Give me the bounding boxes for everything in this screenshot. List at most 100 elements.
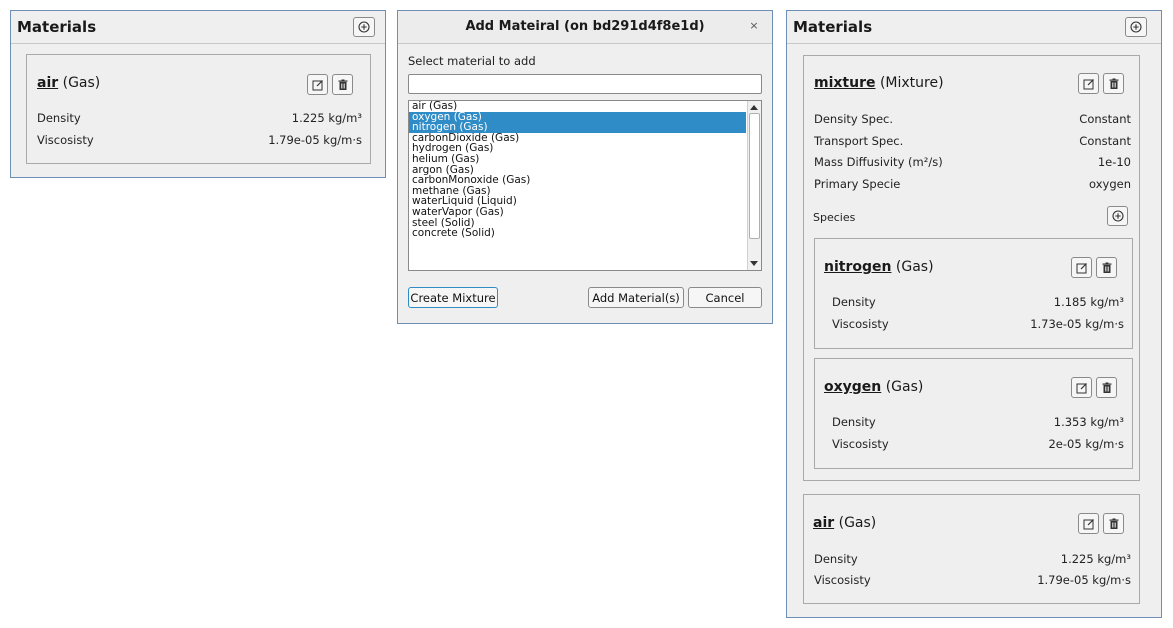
plus-circle-icon	[358, 21, 370, 33]
property-label: Primary Specie	[814, 177, 901, 191]
species-card-nitrogen: nitrogen (Gas) Density 1.185 kg/m³ Visco…	[814, 238, 1133, 349]
material-title: air (Gas)	[37, 75, 100, 91]
material-name-link[interactable]: air	[813, 515, 834, 531]
property-label: Mass Diffusivity (m²/s)	[814, 155, 943, 169]
material-list-item[interactable]: helium (Gas)	[409, 154, 746, 165]
add-materials-button[interactable]: Add Material(s)	[588, 287, 684, 308]
plus-circle-icon	[1111, 210, 1124, 222]
edit-icon	[1076, 262, 1088, 274]
material-type: (Gas)	[885, 379, 924, 395]
material-title: nitrogen (Gas)	[824, 259, 934, 275]
material-type: (Gas)	[895, 259, 934, 275]
property-row: Viscosisty 1.73e-05 kg/m·s	[832, 317, 1124, 333]
scrollbar-thumb[interactable]	[749, 113, 760, 239]
property-label: Viscosisty	[832, 317, 889, 331]
trash-icon	[1101, 262, 1113, 274]
delete-button[interactable]	[332, 74, 353, 95]
edit-button[interactable]	[1071, 257, 1092, 278]
material-type: (Gas)	[838, 515, 877, 531]
list-scrollbar[interactable]	[747, 101, 761, 270]
material-type: (Gas)	[62, 75, 101, 91]
materials-panel-right: Materials mixture (Mixture) Density Spec…	[786, 10, 1162, 618]
property-value: 1.79e-05 kg/m·s	[1037, 573, 1131, 587]
material-list[interactable]: air (Gas) oxygen (Gas) nitrogen (Gas) carbo…	[408, 100, 762, 271]
material-title: oxygen (Gas)	[824, 379, 923, 395]
property-label: Transport Spec.	[814, 134, 904, 148]
edit-icon	[312, 79, 324, 91]
material-name-link[interactable]: air	[37, 75, 58, 91]
material-card-air: air (Gas) Density 1.225 kg/m³ Viscosisty…	[803, 494, 1140, 604]
property-value: Constant	[1079, 134, 1131, 148]
material-title: mixture (Mixture)	[814, 75, 944, 91]
material-name-link[interactable]: oxygen	[824, 379, 881, 395]
property-row: Transport Spec. Constant	[814, 134, 1131, 150]
select-material-label: Select material to add	[408, 54, 536, 68]
property-value: oxygen	[1089, 177, 1131, 191]
material-list-items: air (Gas) oxygen (Gas) nitrogen (Gas) carbo…	[409, 101, 761, 239]
trash-icon	[337, 79, 349, 91]
trash-icon	[1108, 78, 1120, 90]
property-label: Viscosisty	[832, 437, 889, 451]
property-label: Viscosisty	[37, 133, 94, 147]
property-row: Density Spec. Constant	[814, 112, 1131, 128]
edit-button[interactable]	[307, 74, 328, 95]
close-icon[interactable]: ×	[748, 20, 760, 32]
materials-panel-left: Materials air (Gas) Density 1.225 kg/m³ …	[10, 10, 386, 178]
property-row: Mass Diffusivity (m²/s) 1e-10	[814, 155, 1131, 171]
property-value: 1.225 kg/m³	[291, 111, 362, 125]
material-list-item[interactable]: concrete (Solid)	[409, 228, 746, 239]
material-type: (Mixture)	[879, 75, 944, 91]
property-row: Density 1.225 kg/m³	[814, 552, 1131, 568]
property-label: Density	[814, 552, 858, 566]
cancel-button[interactable]: Cancel	[688, 287, 762, 308]
edit-button[interactable]	[1071, 377, 1092, 398]
property-value: 1.79e-05 kg/m·s	[268, 133, 362, 147]
property-label: Density	[37, 111, 81, 125]
property-row: Density 1.353 kg/m³	[832, 415, 1124, 431]
dialog-titlebar: Add Mateiral (on bd291d4f8e1d) ×	[398, 11, 772, 44]
delete-button[interactable]	[1103, 73, 1124, 94]
material-name-link[interactable]: mixture	[814, 75, 875, 91]
material-name-link[interactable]: nitrogen	[824, 259, 891, 275]
panel-title: Materials	[17, 18, 97, 36]
edit-button[interactable]	[1078, 513, 1099, 534]
property-value: 1.225 kg/m³	[1060, 552, 1131, 566]
edit-button[interactable]	[1078, 73, 1099, 94]
plus-circle-icon	[1130, 21, 1142, 33]
add-material-button[interactable]	[1125, 17, 1147, 37]
add-material-button[interactable]	[353, 17, 375, 37]
panel-title: Materials	[793, 18, 873, 36]
scroll-up-arrow-icon[interactable]	[750, 105, 758, 110]
material-list-item[interactable]: waterVapor (Gas)	[409, 207, 746, 218]
property-value: 1.73e-05 kg/m·s	[1030, 317, 1124, 331]
species-label: Species	[813, 211, 856, 224]
create-mixture-button[interactable]: Create Mixture	[408, 287, 498, 308]
add-species-button[interactable]	[1107, 206, 1128, 226]
property-value: 1.185 kg/m³	[1053, 295, 1124, 309]
material-filter-input[interactable]	[408, 74, 762, 94]
add-material-dialog: Add Mateiral (on bd291d4f8e1d) × Select …	[397, 10, 773, 324]
species-card-oxygen: oxygen (Gas) Density 1.353 kg/m³ Viscosi…	[814, 358, 1133, 469]
trash-icon	[1101, 382, 1113, 394]
panel-header: Materials	[11, 11, 385, 44]
property-label: Density Spec.	[814, 112, 894, 126]
property-label: Density	[832, 295, 876, 309]
property-value: 1e-10	[1097, 155, 1131, 169]
dialog-title: Add Mateiral (on bd291d4f8e1d)	[465, 19, 705, 34]
property-value: 2e-05 kg/m·s	[1048, 437, 1124, 451]
material-title: air (Gas)	[813, 515, 876, 531]
species-row: Species	[813, 211, 1131, 227]
property-row: Viscosisty 1.79e-05 kg/m·s	[814, 573, 1131, 589]
trash-icon	[1108, 518, 1120, 530]
material-card-mixture: mixture (Mixture) Density Spec. Constant…	[803, 55, 1140, 481]
property-row: Viscosisty 2e-05 kg/m·s	[832, 437, 1124, 453]
material-card-air: air (Gas) Density 1.225 kg/m³ Viscosisty…	[26, 54, 371, 164]
scroll-down-arrow-icon[interactable]	[750, 261, 758, 266]
delete-button[interactable]	[1103, 513, 1124, 534]
property-value: Constant	[1079, 112, 1131, 126]
material-list-item[interactable]: air (Gas)	[409, 101, 746, 112]
edit-icon	[1083, 518, 1095, 530]
property-label: Viscosisty	[814, 573, 871, 587]
delete-button[interactable]	[1096, 377, 1117, 398]
delete-button[interactable]	[1096, 257, 1117, 278]
